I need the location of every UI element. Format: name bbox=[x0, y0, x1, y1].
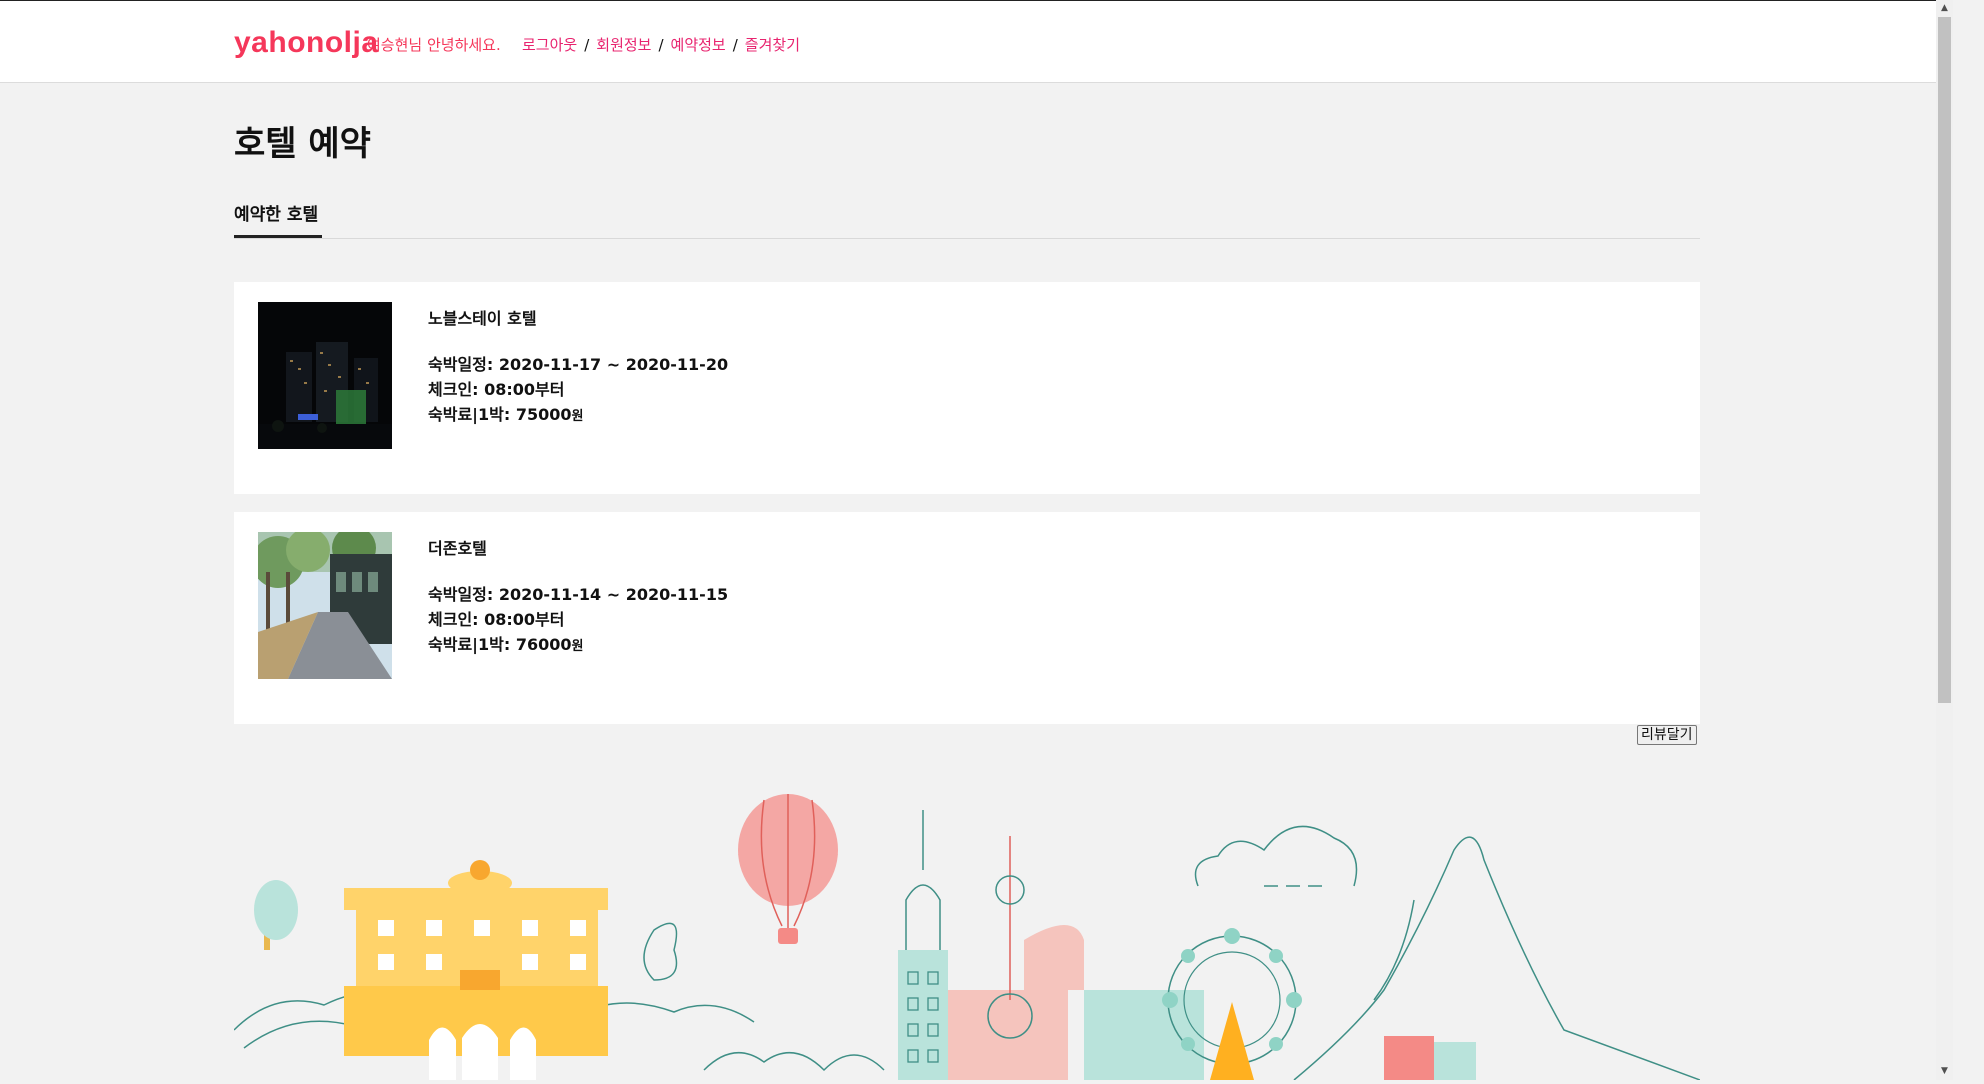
stay-dates: 숙박일정: 2020-11-17 ~ 2020-11-20 bbox=[428, 355, 729, 374]
reservation-info: 노블스테이 호텔 숙박일정: 2020-11-17 ~ 2020-11-20 체… bbox=[428, 306, 728, 429]
reservation-card: 노블스테이 호텔 숙박일정: 2020-11-17 ~ 2020-11-20 체… bbox=[234, 282, 1700, 494]
currency-unit: 원 bbox=[571, 409, 584, 424]
reservation-card: 더존호텔 숙박일정: 2020-11-14 ~ 2020-11-15 체크인: … bbox=[234, 512, 1700, 724]
price-value: 숙박료|1박: 76000 bbox=[428, 635, 572, 654]
scrollbar-thumb[interactable] bbox=[1938, 17, 1951, 703]
scroll-up-icon[interactable]: ▲ bbox=[1936, 0, 1953, 17]
scroll-down-icon[interactable]: ▼ bbox=[1936, 1063, 1953, 1080]
hotel-street-photo[interactable] bbox=[258, 532, 392, 679]
hotel-name[interactable]: 더존호텔 bbox=[428, 536, 728, 561]
write-review-button[interactable]: 리뷰달기 bbox=[1637, 725, 1697, 745]
reservation-info-link[interactable]: 예약정보 bbox=[671, 36, 726, 54]
user-greeting: 여승현님 안녕하세요. bbox=[367, 36, 501, 54]
city-skyline-illustration bbox=[233, 790, 1701, 1084]
logout-link[interactable]: 로그아웃 bbox=[522, 36, 577, 54]
price-value: 숙박료|1박: 75000 bbox=[428, 405, 572, 424]
hotel-night-photo[interactable] bbox=[258, 302, 392, 449]
checkin-time: 체크인: 08:00부터 bbox=[428, 610, 565, 629]
stay-dates: 숙박일정: 2020-11-14 ~ 2020-11-15 bbox=[428, 585, 729, 604]
currency-unit: 원 bbox=[571, 639, 584, 654]
reservation-info: 더존호텔 숙박일정: 2020-11-14 ~ 2020-11-15 체크인: … bbox=[428, 536, 728, 659]
vertical-scrollbar[interactable]: ▲ ▼ bbox=[1936, 0, 1953, 1080]
nav-separator: / bbox=[732, 36, 738, 54]
nav-separator: / bbox=[584, 36, 590, 54]
hotel-name[interactable]: 노블스테이 호텔 bbox=[428, 306, 728, 331]
site-header: yahonolja 여승현님 안녕하세요. 로그아웃 / 회원정보 / 예약정보 / 즐겨찾… bbox=[0, 1, 1936, 83]
site-logo[interactable]: yahonolja bbox=[234, 26, 379, 60]
header-nav: 로그아웃 / 회원정보 / 예약정보 / 즐겨찾기 bbox=[522, 34, 800, 55]
tab-divider bbox=[234, 238, 1700, 239]
checkin-time: 체크인: 08:00부터 bbox=[428, 380, 565, 399]
member-info-link[interactable]: 회원정보 bbox=[596, 36, 651, 54]
tab-reserved-hotels[interactable]: 예약한 호텔 bbox=[234, 200, 318, 225]
page-title: 호텔 예약 bbox=[234, 124, 371, 164]
price-per-night: 숙박료|1박: 76000원 bbox=[428, 632, 728, 659]
nav-separator: / bbox=[658, 36, 664, 54]
price-per-night: 숙박료|1박: 75000원 bbox=[428, 402, 728, 429]
favorites-link[interactable]: 즐겨찾기 bbox=[745, 36, 800, 54]
